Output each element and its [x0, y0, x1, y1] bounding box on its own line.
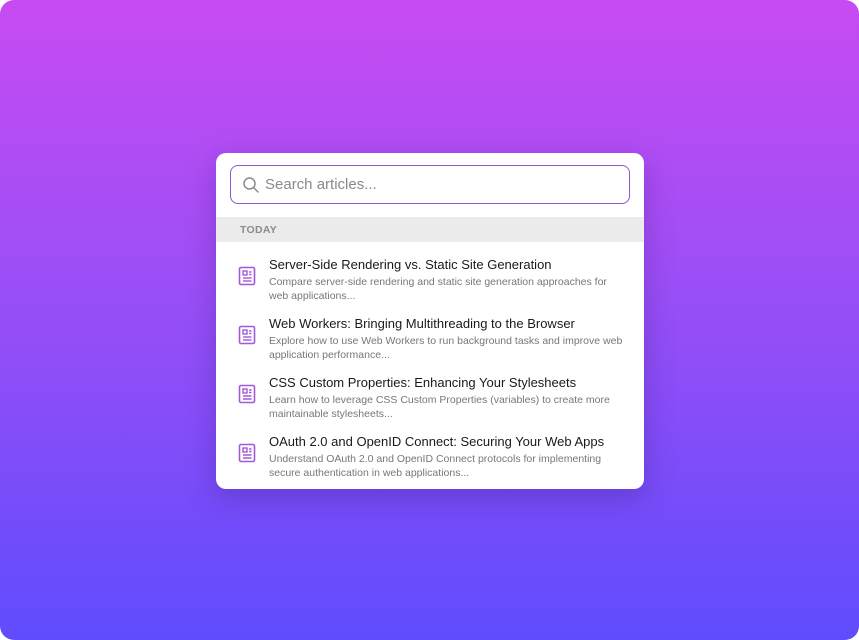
- article-search-palette: TODAY Server-Side Rendering vs. Static S…: [216, 153, 644, 489]
- result-item[interactable]: CSS Custom Properties: Enhancing Your St…: [216, 370, 644, 429]
- result-title: OAuth 2.0 and OpenID Connect: Securing Y…: [269, 434, 605, 449]
- article-icon: [238, 325, 256, 345]
- results-list: Server-Side Rendering vs. Static Site Ge…: [216, 252, 644, 488]
- result-title: Web Workers: Bringing Multithreading to …: [269, 316, 575, 331]
- result-item[interactable]: OAuth 2.0 and OpenID Connect: Securing Y…: [216, 429, 644, 488]
- search-icon: [243, 177, 259, 193]
- result-description: Compare server-side rendering and static…: [269, 276, 607, 302]
- result-description: Explore how to use Web Workers to run ba…: [269, 335, 623, 361]
- result-description: Understand OAuth 2.0 and OpenID Connect …: [269, 453, 602, 479]
- search-input[interactable]: [265, 166, 619, 202]
- result-description: Learn how to leverage CSS Custom Propert…: [269, 394, 610, 420]
- result-item[interactable]: Server-Side Rendering vs. Static Site Ge…: [216, 252, 644, 311]
- result-title: Server-Side Rendering vs. Static Site Ge…: [269, 257, 552, 272]
- result-item[interactable]: Web Workers: Bringing Multithreading to …: [216, 311, 644, 370]
- article-icon: [238, 266, 256, 286]
- gradient-background: TODAY Server-Side Rendering vs. Static S…: [0, 0, 859, 640]
- article-icon: [238, 443, 256, 463]
- search-field[interactable]: [230, 165, 630, 204]
- group-label: TODAY: [240, 224, 278, 236]
- group-header-today: TODAY: [216, 217, 644, 242]
- result-title: CSS Custom Properties: Enhancing Your St…: [269, 375, 577, 390]
- article-icon: [238, 384, 256, 404]
